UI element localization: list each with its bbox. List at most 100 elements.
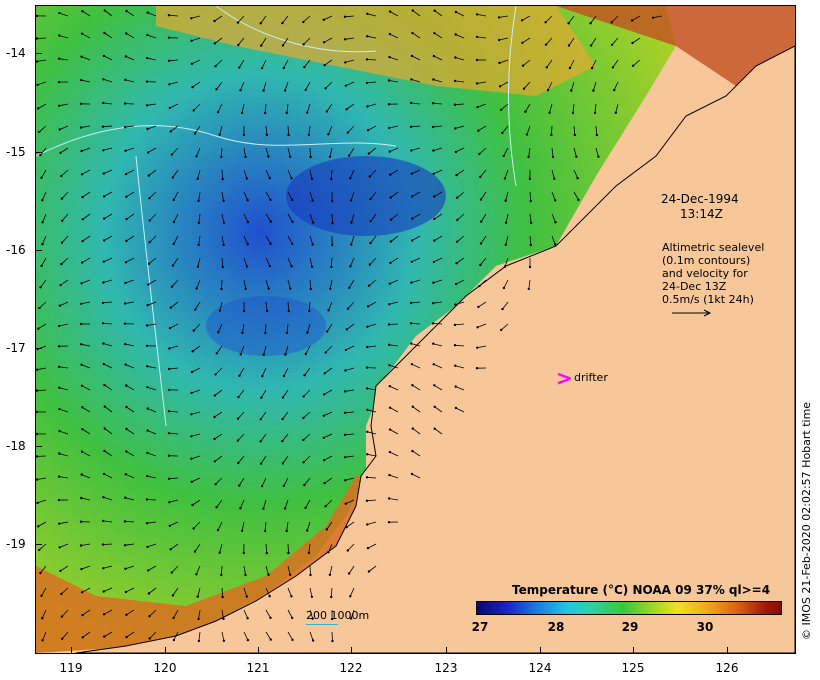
velocity-arrow-head (343, 15, 347, 18)
velocity-arrow-head (567, 22, 570, 25)
velocity-arrow-head (263, 111, 267, 115)
velocity-arrow-head (195, 287, 198, 290)
velocity-arrow-head (124, 55, 128, 58)
velocity-arrow-head (260, 396, 263, 399)
velocity-arrow-head (103, 31, 106, 35)
velocity-arrow-head (454, 303, 457, 306)
velocity-arrow-head (246, 638, 250, 642)
velocity-arrow-head (125, 450, 128, 453)
velocity-arrow (367, 453, 377, 457)
velocity-arrow (331, 631, 333, 642)
velocity-arrow-head (172, 638, 176, 642)
velocity-arrow-head (222, 243, 225, 247)
velocity-arrow-head (259, 418, 262, 421)
velocity-arrow-head (388, 428, 392, 431)
velocity-arrow-head (40, 264, 43, 268)
velocity-arrow-head (102, 78, 105, 81)
velocity-arrow-head (192, 109, 195, 112)
velocity-arrow-head (433, 9, 436, 12)
velocity-arrow-head (168, 347, 171, 350)
velocity-arrow-head (652, 16, 655, 19)
velocity-arrow-head (215, 352, 218, 355)
velocity-arrow-head (39, 153, 42, 157)
velocity-arrow-head (147, 592, 151, 595)
velocity-arrow-head (454, 364, 457, 367)
velocity-arrow-head (411, 217, 414, 220)
velocity-arrow-head (80, 363, 83, 366)
velocity-arrow-head (551, 155, 555, 159)
velocity-arrow-head (477, 305, 480, 309)
velocity-arrow-head (103, 217, 106, 220)
velocity-arrow-head (366, 523, 369, 526)
velocity-arrow-head (41, 221, 44, 224)
velocity-arrow-head (388, 150, 391, 153)
velocity-arrow-head (60, 592, 63, 596)
velocity-arrow-head (409, 322, 413, 325)
velocity-arrow-head (548, 111, 551, 114)
velocity-arrow-head (522, 87, 526, 90)
velocity-arrow-head (331, 199, 334, 203)
velocity-arrow-head (172, 616, 175, 620)
velocity-arrow-head (171, 264, 175, 267)
velocity-arrow-head (433, 239, 436, 242)
velocity-arrow-head (453, 79, 457, 83)
velocity-arrow-head (388, 473, 391, 477)
velocity-arrow-head (269, 198, 272, 201)
velocity-arrow-head (240, 529, 244, 532)
velocity-arrow-head (476, 105, 479, 109)
velocity-arrow-head (528, 177, 532, 181)
velocity-arrow-head (567, 44, 571, 47)
x-axis-tick (165, 647, 166, 653)
velocity-arrow-head (102, 54, 106, 58)
colorbar-tick: 29 (621, 620, 639, 634)
velocity-arrow-head (103, 427, 107, 430)
velocity-arrow-head (349, 177, 352, 180)
velocity-arrow-head (239, 89, 242, 92)
velocity-arrow-head (146, 304, 149, 307)
velocity-arrow-head (172, 242, 175, 246)
velocity-arrow-head (125, 195, 128, 198)
velocity-arrow-head (81, 195, 84, 199)
velocity-arrow-head (197, 639, 201, 643)
velocity-arrow-head (453, 344, 457, 347)
velocity-arrow-head (197, 243, 200, 247)
velocity-arrow-head (215, 506, 218, 509)
velocity-arrow-head (37, 327, 40, 330)
y-axis-label: -18 (6, 439, 26, 453)
velocity-arrow-head (145, 104, 149, 107)
velocity-arrow-head (39, 286, 42, 289)
velocity-arrow-head (455, 173, 458, 177)
velocity-arrow-head (306, 529, 309, 532)
velocity-arrow-head (148, 241, 151, 244)
cool-core (286, 156, 446, 236)
velocity-arrow-head (246, 199, 249, 202)
velocity-arrow-head (306, 111, 309, 114)
velocity-arrow-head (613, 88, 616, 92)
x-axis-label: 126 (715, 661, 739, 675)
x-axis-label: 120 (153, 661, 177, 675)
velocity-arrow-head (344, 61, 347, 64)
velocity-arrow-head (344, 502, 347, 505)
velocity-arrow-head (475, 367, 479, 370)
velocity-arrow-head (145, 522, 149, 525)
velocity-arrow-head (310, 595, 314, 598)
y-axis-label: -15 (6, 145, 26, 159)
velocity-arrow-head (80, 32, 84, 35)
velocity-arrow-head (311, 243, 314, 246)
velocity-arrow-head (497, 16, 501, 19)
velocity-arrow-head (345, 108, 348, 111)
velocity-arrow-head (328, 155, 332, 158)
velocity-arrow-head (146, 429, 149, 432)
velocity-arrow-head (220, 155, 223, 159)
velocity-arrow-head (265, 133, 269, 137)
velocity-arrow-head (267, 155, 270, 158)
velocity-arrow-head (237, 461, 240, 465)
velocity-arrow-head (262, 89, 265, 92)
velocity-arrow-head (259, 462, 263, 465)
velocity-arrow-head (169, 130, 172, 133)
velocity-arrow-head (589, 44, 593, 47)
velocity-arrow-head (501, 307, 504, 311)
velocity-arrow-head (327, 551, 330, 554)
velocity-arrow-head (433, 195, 436, 198)
velocity-arrow-head (410, 342, 413, 345)
